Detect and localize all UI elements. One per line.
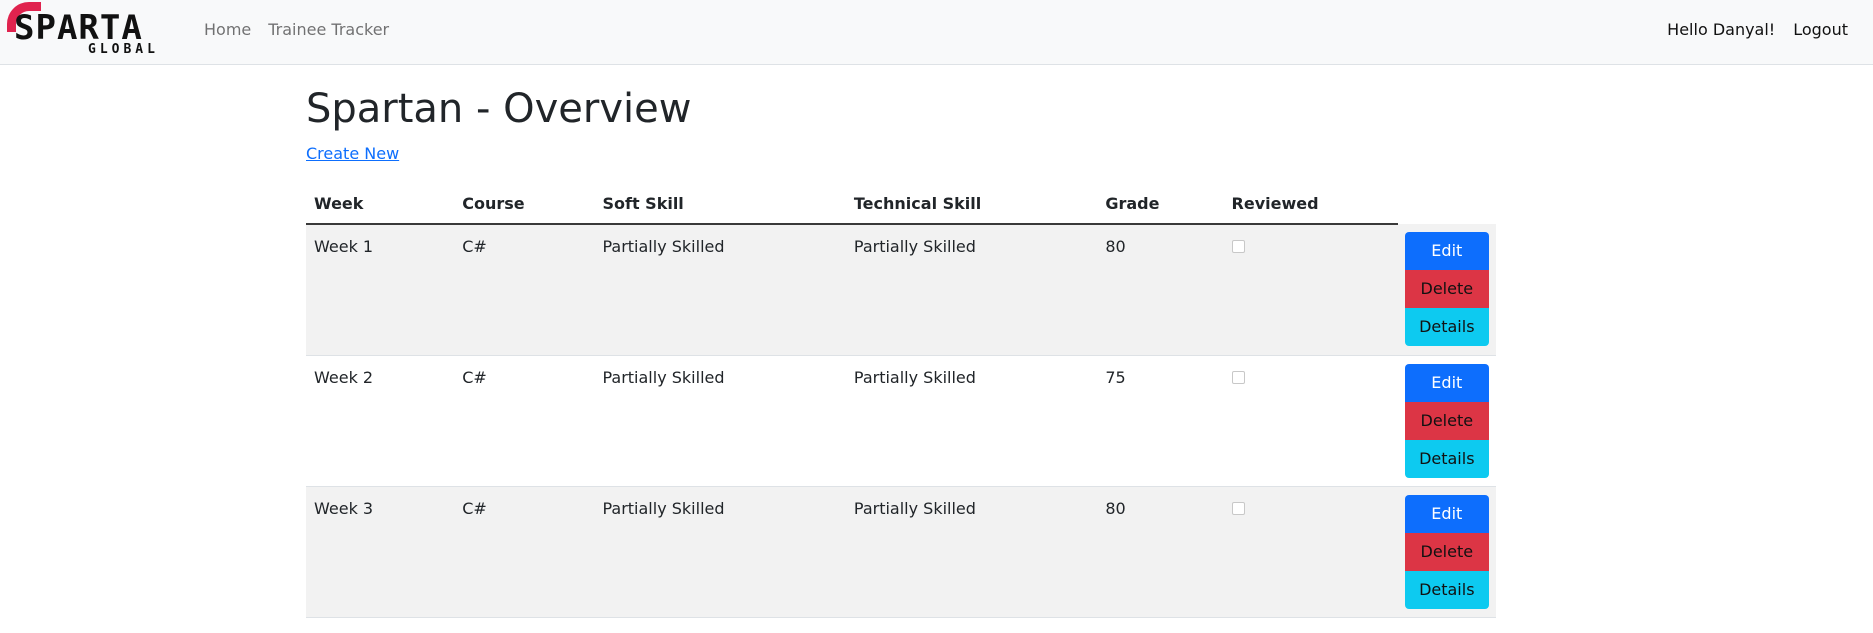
cell-actions: Edit Delete Details	[1398, 355, 1496, 486]
column-header-technical-skill: Technical Skill	[845, 184, 1098, 225]
edit-button[interactable]: Edit	[1404, 494, 1489, 533]
cell-week: Week 3	[306, 486, 455, 617]
cell-soft-skill: Partially Skilled	[602, 367, 725, 387]
cell-reviewed	[1223, 224, 1398, 355]
column-header-grade: Grade	[1097, 184, 1224, 225]
edit-button[interactable]: Edit	[1404, 363, 1489, 402]
cell-grade: 80	[1097, 224, 1224, 355]
logo-subtitle: GLOBAL	[88, 42, 159, 57]
column-header-course: Course	[454, 184, 595, 225]
cell-course: C#	[454, 224, 595, 355]
cell-grade: 80	[1097, 486, 1224, 617]
delete-button[interactable]: Delete	[1404, 270, 1489, 308]
column-header-actions	[1398, 184, 1496, 224]
cell-week: Week 2	[314, 367, 374, 387]
cell-reviewed	[1223, 486, 1398, 617]
nav-home-link[interactable]: Home	[204, 20, 251, 40]
cell-technical-skill: Partially Skilled	[845, 486, 1098, 617]
column-header-soft-skill: Soft Skill	[594, 184, 846, 225]
user-nav: Hello Danyal! Logout	[1667, 20, 1848, 40]
top-navbar: SPARTA GLOBAL Home Trainee Tracker Hello…	[0, 0, 1873, 65]
page-title: Spartan - Overview	[306, 86, 692, 132]
table-row: Week 2 C# Partially Skilled Partially Sk…	[306, 355, 1496, 486]
cell-week: Week 1	[306, 224, 455, 355]
table-row: Week 3 C# Partially Skilled Partially Sk…	[306, 486, 1496, 617]
sparta-global-logo[interactable]: SPARTA GLOBAL	[4, 2, 162, 58]
reviewed-checkbox[interactable]	[1231, 501, 1245, 515]
details-button[interactable]: Details	[1404, 308, 1489, 346]
cell-reviewed	[1224, 355, 1398, 486]
greeting-text: Hello Danyal!	[1667, 20, 1776, 39]
column-header-week: Week	[306, 184, 455, 225]
cell-technical-skill: Partially Skilled	[853, 367, 976, 387]
details-button[interactable]: Details	[1404, 439, 1489, 478]
reviewed-checkbox[interactable]	[1231, 240, 1245, 253]
progress-table: Week Course Soft Skill Technical Skill G…	[306, 184, 1496, 618]
cell-technical-skill: Partially Skilled	[845, 224, 1098, 355]
delete-button[interactable]: Delete	[1404, 401, 1489, 440]
reviewed-checkbox[interactable]	[1231, 370, 1245, 384]
cell-soft-skill: Partially Skilled	[594, 224, 846, 355]
details-button[interactable]: Details	[1404, 570, 1489, 609]
table-header-row: Week Course Soft Skill Technical Skill G…	[306, 184, 1496, 225]
nav-trainee-tracker-link[interactable]: Trainee Tracker	[268, 20, 389, 40]
column-header-reviewed: Reviewed	[1223, 184, 1398, 225]
logout-link[interactable]: Logout	[1793, 20, 1848, 40]
logo-wordmark: SPARTA	[14, 8, 143, 48]
create-new-link[interactable]: Create New	[306, 144, 399, 164]
cell-course: C#	[454, 486, 595, 617]
cell-course: C#	[462, 367, 487, 387]
cell-actions: Edit Delete Details	[1397, 486, 1496, 617]
cell-actions: Edit Delete Details	[1397, 224, 1496, 355]
main-content: Spartan - Overview Create New Week Cours…	[306, 65, 1496, 618]
delete-button[interactable]: Delete	[1404, 532, 1489, 571]
cell-grade: 75	[1105, 367, 1126, 387]
table-row: Week 1 C# Partially Skilled Partially Sk…	[306, 224, 1496, 355]
cell-soft-skill: Partially Skilled	[594, 486, 846, 617]
edit-button[interactable]: Edit	[1404, 232, 1489, 270]
nav-links: Home Trainee Tracker	[204, 20, 389, 40]
